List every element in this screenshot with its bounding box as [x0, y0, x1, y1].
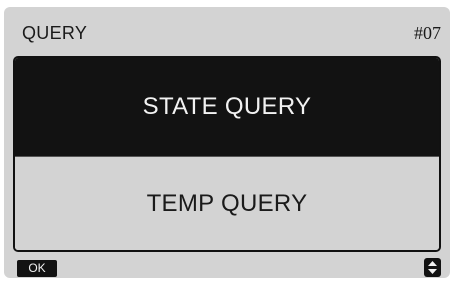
up-down-arrows-icon[interactable]: [424, 258, 441, 277]
lcd-screen: QUERY #07 STATE QUERY TEMP QUERY OK: [4, 7, 450, 278]
screen-title: QUERY: [22, 23, 88, 43]
menu-item-state-query[interactable]: STATE QUERY: [15, 58, 439, 156]
ok-button[interactable]: OK: [17, 260, 57, 277]
query-menu: STATE QUERY TEMP QUERY: [13, 56, 441, 252]
screen-code: #07: [414, 23, 441, 43]
menu-item-temp-query[interactable]: TEMP QUERY: [15, 156, 439, 250]
